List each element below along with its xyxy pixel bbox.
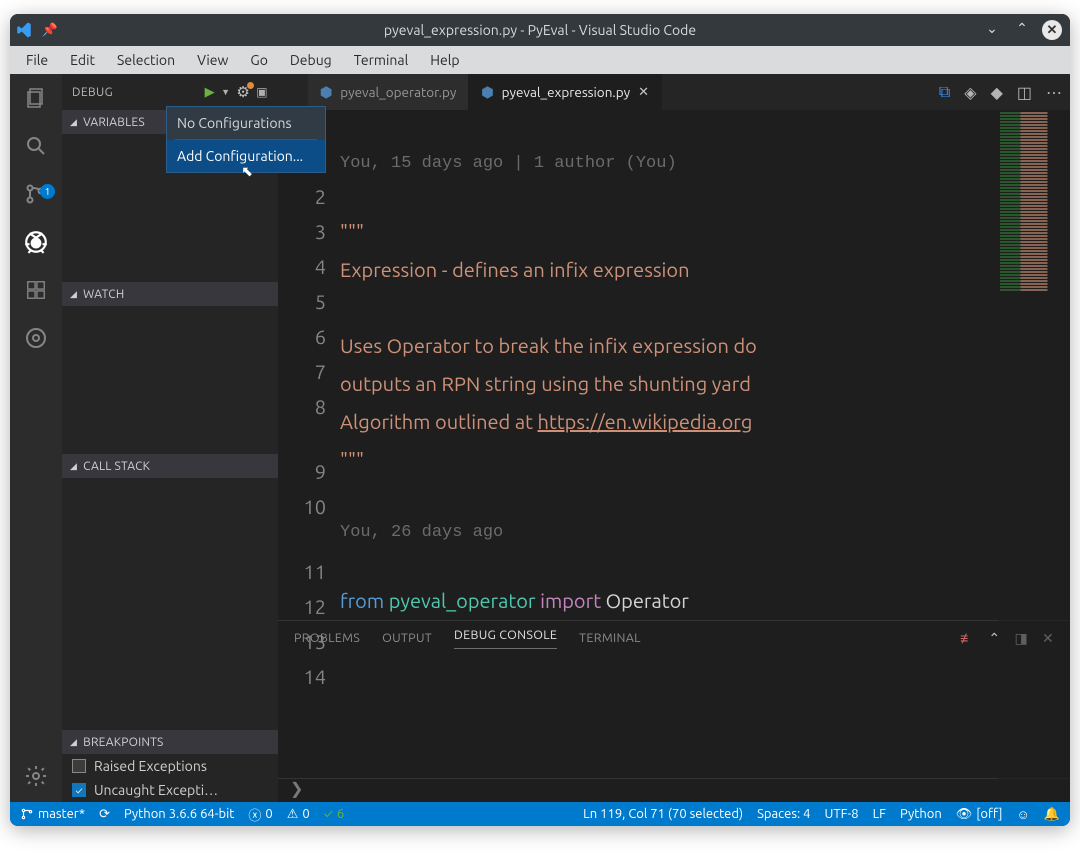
dropdown-no-config[interactable]: No Configurations bbox=[167, 107, 325, 139]
checkbox-unchecked-icon[interactable] bbox=[72, 759, 86, 773]
panel-tabs: PROBLEMS OUTPUT DEBUG CONSOLE TERMINAL ≡… bbox=[278, 621, 1070, 655]
status-bell-icon[interactable]: 🔔 bbox=[1044, 807, 1060, 822]
status-tests[interactable]: ✓ 6 bbox=[324, 807, 344, 821]
pin-icon[interactable]: 📌 bbox=[38, 23, 62, 38]
debug-console-icon[interactable]: ▣ bbox=[256, 85, 268, 99]
watch-header[interactable]: ◢WATCH bbox=[62, 282, 278, 306]
close-button[interactable]: ✕ bbox=[1042, 20, 1062, 40]
codelens[interactable]: You, 15 days ago | 1 author (You) bbox=[340, 149, 1070, 179]
minimize-button[interactable]: ⌄ bbox=[982, 20, 1002, 40]
status-python[interactable]: Python 3.6.6 64-bit bbox=[124, 807, 234, 821]
settings-icon[interactable] bbox=[22, 762, 50, 790]
bottom-panel: PROBLEMS OUTPUT DEBUG CONSOLE TERMINAL ≡… bbox=[278, 620, 1070, 802]
panel-terminal[interactable]: TERMINAL bbox=[579, 631, 641, 645]
diff-icon[interactable]: ◆ bbox=[991, 83, 1003, 102]
status-feedback-icon[interactable]: ☺ bbox=[1017, 807, 1030, 822]
scm-icon[interactable]: 1 bbox=[22, 180, 50, 208]
configure-gear-icon[interactable]: ⚙ bbox=[236, 83, 250, 101]
status-eol[interactable]: LF bbox=[873, 807, 886, 821]
gitlens-icon[interactable] bbox=[22, 324, 50, 352]
start-debug-button[interactable]: ▶ bbox=[205, 85, 215, 100]
preview-icon[interactable]: ◈ bbox=[964, 83, 976, 102]
main-area: 1 DEBUG ▶ ▼ ⚙ ▣ ◢VARIABLES ◢WATCH ◢CALL … bbox=[10, 74, 1070, 802]
status-eye[interactable]: 👁 [off] bbox=[956, 807, 1003, 822]
status-lang[interactable]: Python bbox=[900, 807, 942, 821]
more-icon[interactable]: ⋯ bbox=[1046, 83, 1062, 102]
breakpoints-header[interactable]: ◢BREAKPOINTS bbox=[62, 730, 278, 754]
menu-edit[interactable]: Edit bbox=[60, 49, 105, 71]
panel-debugconsole[interactable]: DEBUG CONSOLE bbox=[454, 628, 557, 649]
scm-badge: 1 bbox=[40, 184, 55, 199]
tabs: ⬢pyeval_operator.py ⬢pyeval_expression.p… bbox=[278, 74, 1070, 110]
codelens[interactable]: You, 26 days ago bbox=[340, 518, 1070, 548]
menu-debug[interactable]: Debug bbox=[280, 49, 342, 71]
python-icon: ⬢ bbox=[320, 84, 332, 101]
status-sync[interactable]: ⟳ bbox=[99, 807, 110, 822]
editor-area: ⬢pyeval_operator.py ⬢pyeval_expression.p… bbox=[278, 74, 1070, 802]
status-branch[interactable]: master* bbox=[20, 807, 85, 821]
titlebar: 📌 pyeval_expression.py - PyEval - Visual… bbox=[10, 14, 1070, 46]
sidebar-title: DEBUG bbox=[72, 86, 199, 99]
tab-close-icon[interactable]: ✕ bbox=[638, 85, 649, 100]
split-icon[interactable]: ◫ bbox=[1017, 83, 1032, 102]
menubar: File Edit Selection View Go Debug Termin… bbox=[10, 46, 1070, 74]
config-dropdown-arrow[interactable]: ▼ bbox=[221, 87, 230, 97]
menu-help[interactable]: Help bbox=[420, 49, 469, 71]
checkbox-checked-icon[interactable]: ✓ bbox=[72, 783, 86, 797]
panel-output[interactable]: OUTPUT bbox=[382, 631, 432, 645]
status-spaces[interactable]: Spaces: 4 bbox=[757, 807, 810, 821]
tab-operator[interactable]: ⬢pyeval_operator.py bbox=[308, 74, 469, 110]
activity-bar: 1 bbox=[10, 74, 62, 802]
clear-icon[interactable]: ≢ bbox=[960, 630, 974, 647]
maximize-button[interactable]: ⌃ bbox=[1012, 20, 1032, 40]
menu-view[interactable]: View bbox=[187, 49, 238, 71]
code-content[interactable]: You, 15 days ago | 1 author (You) """ Ex… bbox=[340, 110, 1070, 620]
app-window: 📌 pyeval_expression.py - PyEval - Visual… bbox=[10, 14, 1070, 826]
gutter: 12345678 910 11121314 bbox=[278, 110, 340, 620]
status-bar: master* ⟳ Python 3.6.6 64-bit ⓧ 0 ⚠ 0 ✓ … bbox=[10, 802, 1070, 826]
menu-go[interactable]: Go bbox=[240, 49, 277, 71]
python-icon: ⬢ bbox=[481, 84, 493, 101]
callstack-header[interactable]: ◢CALL STACK bbox=[62, 454, 278, 478]
search-icon[interactable] bbox=[22, 132, 50, 160]
dropdown-add-config[interactable]: Add Configuration...⬉ bbox=[167, 140, 325, 172]
minimap[interactable] bbox=[998, 110, 1070, 802]
menu-selection[interactable]: Selection bbox=[107, 49, 185, 71]
tab-expression[interactable]: ⬢pyeval_expression.py✕ bbox=[469, 74, 662, 110]
debug-input[interactable]: ❯ bbox=[278, 778, 1070, 802]
status-warnings[interactable]: ⚠ 0 bbox=[287, 807, 310, 822]
explorer-icon[interactable] bbox=[22, 84, 50, 112]
config-dropdown: No Configurations Add Configuration...⬉ bbox=[166, 106, 326, 173]
window-title: pyeval_expression.py - PyEval - Visual S… bbox=[10, 22, 1070, 38]
menu-file[interactable]: File bbox=[16, 49, 58, 71]
menu-terminal[interactable]: Terminal bbox=[344, 49, 419, 71]
compare-icon[interactable]: ⧉ bbox=[939, 83, 950, 102]
status-encoding[interactable]: UTF-8 bbox=[825, 807, 859, 821]
sidebar-header: DEBUG ▶ ▼ ⚙ ▣ bbox=[62, 74, 278, 110]
status-cursor[interactable]: Ln 119, Col 71 (70 selected) bbox=[583, 807, 743, 821]
vscode-icon bbox=[10, 21, 38, 39]
extensions-icon[interactable] bbox=[22, 276, 50, 304]
debug-icon[interactable] bbox=[22, 228, 50, 256]
code-area[interactable]: 12345678 910 11121314 You, 15 days ago |… bbox=[278, 110, 1070, 620]
debug-sidebar: DEBUG ▶ ▼ ⚙ ▣ ◢VARIABLES ◢WATCH ◢CALL ST… bbox=[62, 74, 278, 802]
bp-raised[interactable]: Raised Exceptions bbox=[62, 754, 278, 778]
status-errors[interactable]: ⓧ 0 bbox=[248, 805, 272, 824]
bp-uncaught[interactable]: ✓Uncaught Excepti… bbox=[62, 778, 278, 802]
